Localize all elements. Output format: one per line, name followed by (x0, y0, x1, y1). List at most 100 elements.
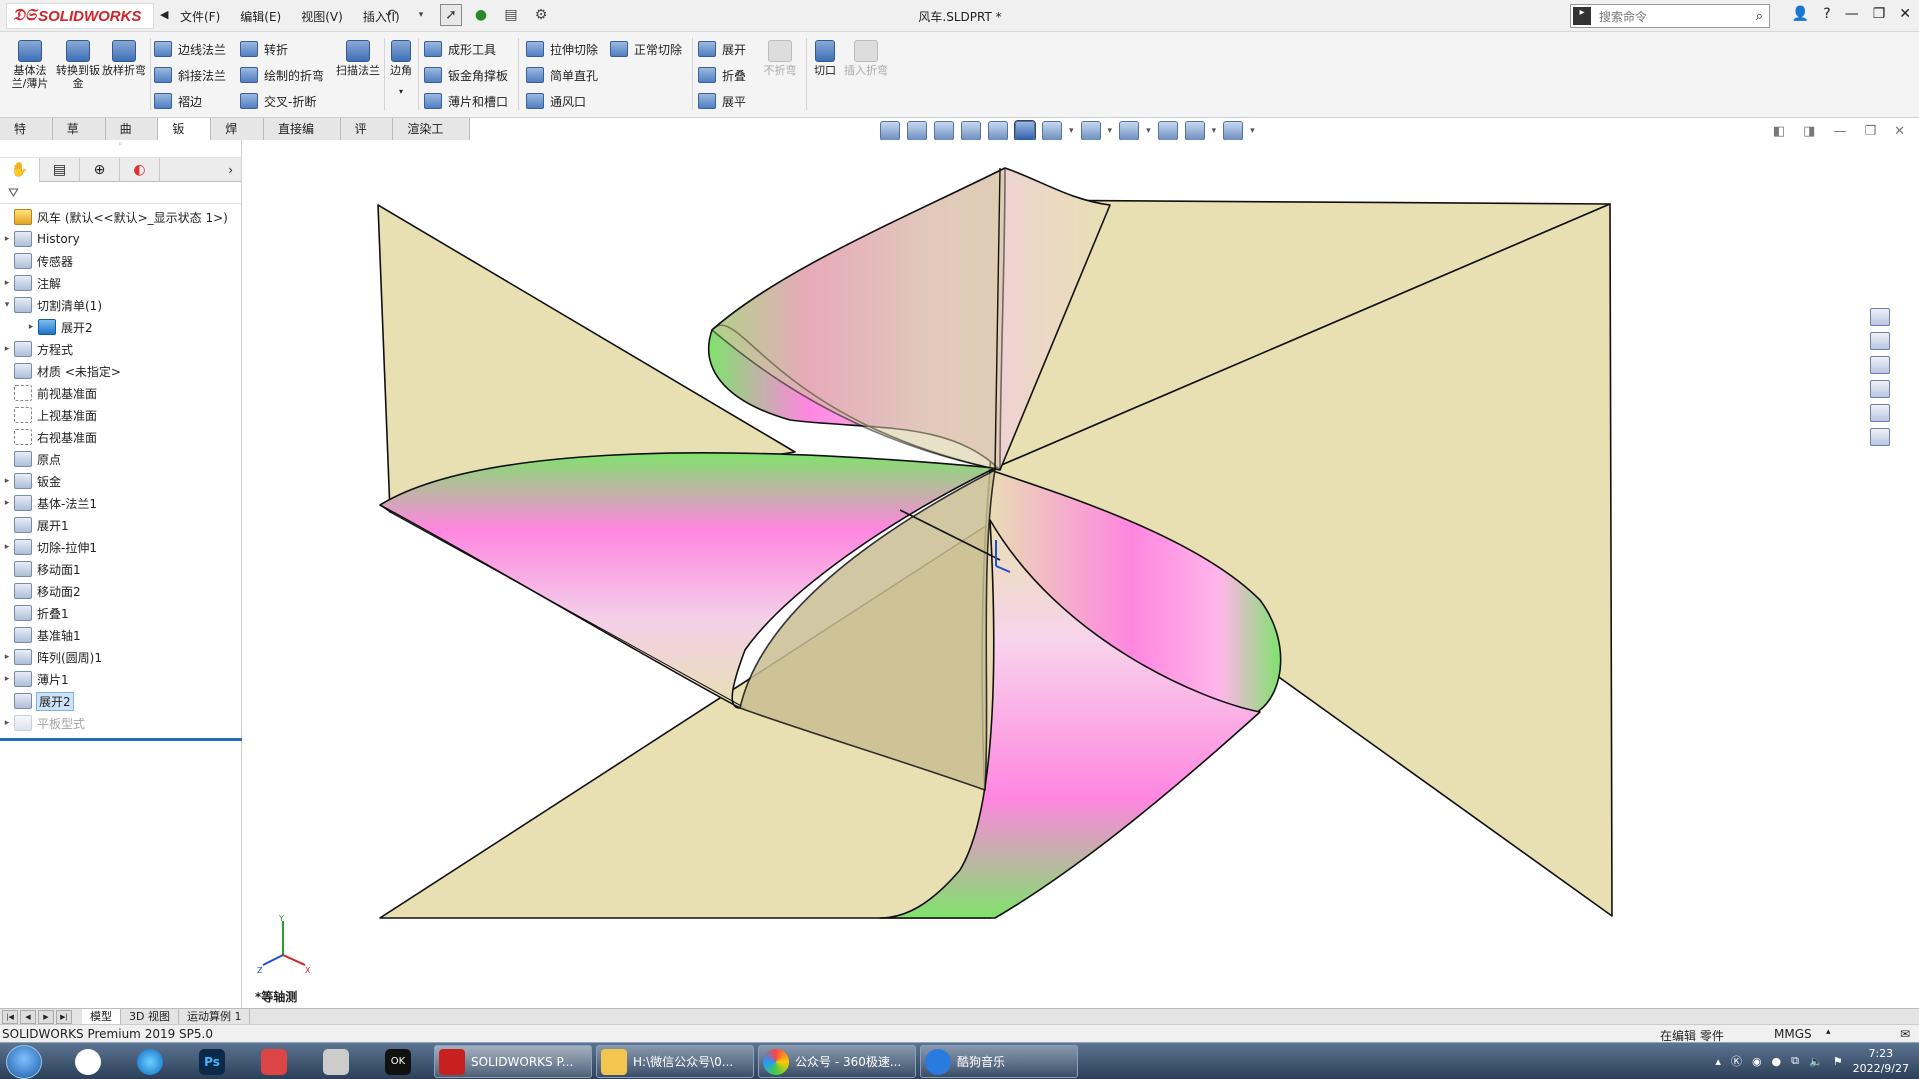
pinned-app-6[interactable]: OK (378, 1046, 418, 1077)
expand-menu-icon[interactable]: ◀ (160, 8, 168, 21)
tab-features[interactable]: 特征 (0, 118, 53, 158)
corners-dropdown-icon[interactable]: ▾ (386, 85, 416, 98)
tree-item[interactable]: 右视基准面 (0, 426, 241, 448)
close-icon[interactable]: ✕ (1899, 6, 1911, 22)
expand-arrow-icon[interactable]: ▸ (0, 234, 14, 244)
flatten-button[interactable]: 展平 (698, 90, 746, 112)
sheetmetal-gusset-button[interactable]: 钣金角撑板 (424, 64, 508, 86)
design-library-icon[interactable] (1870, 332, 1890, 350)
tree-item[interactable]: 传感器 (0, 250, 241, 272)
edit-appearance-icon[interactable] (1119, 121, 1140, 141)
tree-root[interactable]: 风车 (默认<<默认>_显示状态 1>) (0, 206, 241, 228)
custom-properties-icon[interactable] (1870, 428, 1890, 446)
tree-item[interactable]: ▸ 切除-拉伸1 (0, 536, 241, 558)
clock[interactable]: 7:23 2022/9/27 (1853, 1046, 1909, 1076)
tree-item[interactable]: ▸ 平板型式 (0, 712, 241, 734)
tree-item[interactable]: ▸ History (0, 228, 241, 250)
search-commands-box[interactable]: ▸ 搜索命令 ⌕ (1570, 4, 1770, 28)
pinned-photoshop[interactable]: Ps (192, 1046, 232, 1077)
restore-icon[interactable]: ❐ (1873, 6, 1886, 22)
tray-expand-icon[interactable]: ▴ (1715, 1055, 1721, 1068)
display-pane-dropdown-icon[interactable]: ▾ (1250, 126, 1255, 136)
section-view-icon[interactable] (961, 121, 981, 141)
prev-tab-icon[interactable]: ◀ (20, 1009, 36, 1024)
insert-bends-button[interactable]: 插入折弯 (844, 40, 888, 77)
tray-network-icon[interactable]: ⧉ (1791, 1054, 1799, 1068)
swept-flange-button[interactable]: 扫描法兰 (336, 40, 380, 77)
view-orientation-icon[interactable] (1014, 120, 1036, 142)
expand-arrow-icon[interactable]: ▸ (0, 498, 14, 508)
tab-render-tools[interactable]: 渲染工具 (393, 118, 470, 158)
convert-to-sheetmetal-button[interactable]: 转换到钣金 (56, 40, 100, 90)
forming-tool-button[interactable]: 成形工具 (424, 38, 496, 60)
tree-item[interactable]: 基准轴1 (0, 624, 241, 646)
view-palette-icon[interactable] (1870, 380, 1890, 398)
feature-manager-tab-icon[interactable]: ✋ (0, 158, 40, 182)
tree-item[interactable]: 材质 <未指定> (0, 360, 241, 382)
tree-item[interactable]: 展开1 (0, 514, 241, 536)
tree-item[interactable]: ▸ 展开2 (0, 316, 241, 338)
zoom-to-fit-icon[interactable] (880, 121, 900, 141)
view-settings-icon[interactable] (1184, 121, 1205, 141)
rebuild-icon[interactable]: ● (470, 4, 492, 26)
dropdown-arrow-icon[interactable]: ▾ (410, 4, 432, 26)
corners-button[interactable]: 边角 ▾ (386, 40, 416, 98)
last-tab-icon[interactable]: ▶| (56, 1009, 72, 1024)
tree-item[interactable]: 折叠1 (0, 602, 241, 624)
tab-3d-views[interactable]: 3D 视图 (121, 1008, 179, 1025)
pinned-app-4[interactable] (254, 1046, 294, 1077)
panel-collapse-handle[interactable]: ◦ (0, 140, 241, 158)
home-icon[interactable] (1870, 308, 1890, 326)
tree-filter[interactable]: ⛛ (0, 182, 241, 204)
tree-item[interactable]: 展开2 (0, 690, 241, 712)
extruded-cut-button[interactable]: 拉伸切除 (526, 38, 598, 60)
tree-item[interactable]: ▸ 阵列(圆周)1 (0, 646, 241, 668)
tray-kugou-icon[interactable]: Ⓚ (1731, 1053, 1742, 1069)
unfold-button[interactable]: 展开 (698, 38, 746, 60)
tab-evaluate[interactable]: 评估 (340, 118, 394, 158)
menu-file[interactable]: 文件(F) (176, 8, 224, 25)
base-flange-button[interactable]: 基体法兰/薄片 (8, 40, 52, 90)
expand-arrow-icon[interactable]: ▸ (0, 674, 14, 684)
tab-weldments[interactable]: 焊件 (211, 118, 264, 158)
simple-hole-button[interactable]: 简单直孔 (526, 64, 598, 86)
appearances-icon[interactable] (1870, 404, 1890, 422)
expand-arrow-icon[interactable]: ▸ (0, 718, 14, 728)
menu-view[interactable]: 视图(V) (297, 8, 347, 25)
graphics-area[interactable] (243, 140, 1893, 1008)
tray-volume-icon[interactable]: 🔈 (1809, 1055, 1823, 1068)
solidworks-logo[interactable]: 𝔇𝔖 SOLIDWORKS (6, 3, 154, 29)
tab-sketch[interactable]: 草图 (52, 118, 106, 158)
status-message-icon[interactable]: ✉ (1900, 1027, 1910, 1041)
fold-button[interactable]: 折叠 (698, 64, 746, 86)
start-button[interactable] (6, 1045, 42, 1079)
panel-expand-icon[interactable]: › (160, 158, 241, 181)
tree-item[interactable]: ▾ 切割清单(1) (0, 294, 241, 316)
hide-show-dropdown-icon[interactable]: ▾ (1108, 126, 1113, 136)
status-units[interactable]: MMGS (1774, 1027, 1812, 1041)
appearance-dropdown-icon[interactable]: ▾ (1146, 126, 1151, 136)
viewport-restore-icon[interactable]: ❐ (1864, 124, 1876, 139)
display-style-dropdown-icon[interactable]: ▾ (1069, 126, 1074, 136)
pinwheel-model[interactable] (243, 140, 1893, 1008)
tree-item[interactable]: 原点 (0, 448, 241, 470)
display-manager-tab-icon[interactable]: ◐ (120, 158, 160, 182)
minimize-icon[interactable]: — (1845, 6, 1859, 22)
apply-scene-icon[interactable] (1157, 121, 1178, 141)
previous-view-icon[interactable] (934, 121, 954, 141)
edge-flange-button[interactable]: 边线法兰 (154, 38, 226, 60)
next-tab-icon[interactable]: ▶ (38, 1009, 54, 1024)
tray-record-icon[interactable]: ● (1772, 1055, 1782, 1068)
pinned-app-5[interactable] (316, 1046, 356, 1077)
normal-cut-button[interactable]: 正常切除 (610, 38, 682, 60)
taskbar-solidworks[interactable]: SOLIDWORKS P... (434, 1045, 592, 1078)
rollback-bar[interactable] (0, 738, 242, 741)
tree-item[interactable]: 上视基准面 (0, 404, 241, 426)
viewport-tile-left-icon[interactable]: ◧ (1773, 124, 1785, 139)
menu-edit[interactable]: 编辑(E) (236, 8, 285, 25)
options-gear-icon[interactable]: ⚙ (530, 4, 552, 26)
expand-arrow-icon[interactable]: ▸ (0, 344, 14, 354)
cross-break-button[interactable]: 交叉-折断 (240, 90, 316, 112)
hide-show-items-icon[interactable] (1080, 121, 1101, 141)
viewport-tile-right-icon[interactable]: ◨ (1803, 124, 1815, 139)
